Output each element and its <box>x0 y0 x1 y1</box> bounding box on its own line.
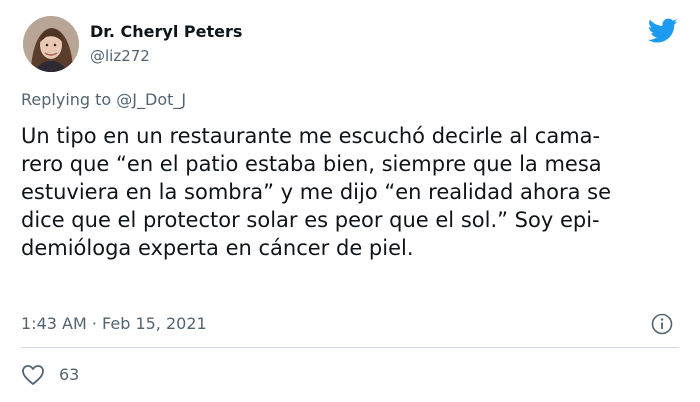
profile-photo-icon <box>23 16 79 72</box>
avatar[interactable] <box>23 16 79 72</box>
like-action[interactable]: 63 <box>21 364 79 386</box>
like-count: 63 <box>59 365 80 384</box>
replying-to-handle[interactable]: @J_Dot_J <box>116 90 186 109</box>
tweet-text: Un tipo en un restaurante me escuchó dec… <box>21 122 681 262</box>
tweet-text-line: Un tipo en un restaurante me escuchó dec… <box>21 124 601 148</box>
info-icon[interactable] <box>651 313 673 335</box>
replying-to: Replying to @J_Dot_J <box>21 89 186 111</box>
tweet-card: Dr. Cheryl Peters @liz272 Replying to @J… <box>0 0 700 402</box>
divider <box>21 347 679 348</box>
twitter-bird-icon[interactable] <box>647 18 678 44</box>
tweet-text-line: estuviera en la sombra” y me dijo “en re… <box>21 180 612 204</box>
tweet-timestamp[interactable]: 1:43 AM · Feb 15, 2021 <box>21 314 207 334</box>
author-handle[interactable]: @liz272 <box>90 46 150 66</box>
tweet-text-line: rero que “en el patio estaba bien, siemp… <box>21 152 602 176</box>
tweet-text-line: demióloga experta en cáncer de piel. <box>21 236 414 260</box>
replying-to-label: Replying to <box>21 90 117 109</box>
tweet-text-line: dice que el protector solar es peor que … <box>21 208 600 232</box>
heart-icon[interactable] <box>21 364 45 386</box>
author-display-name[interactable]: Dr. Cheryl Peters <box>90 22 242 42</box>
